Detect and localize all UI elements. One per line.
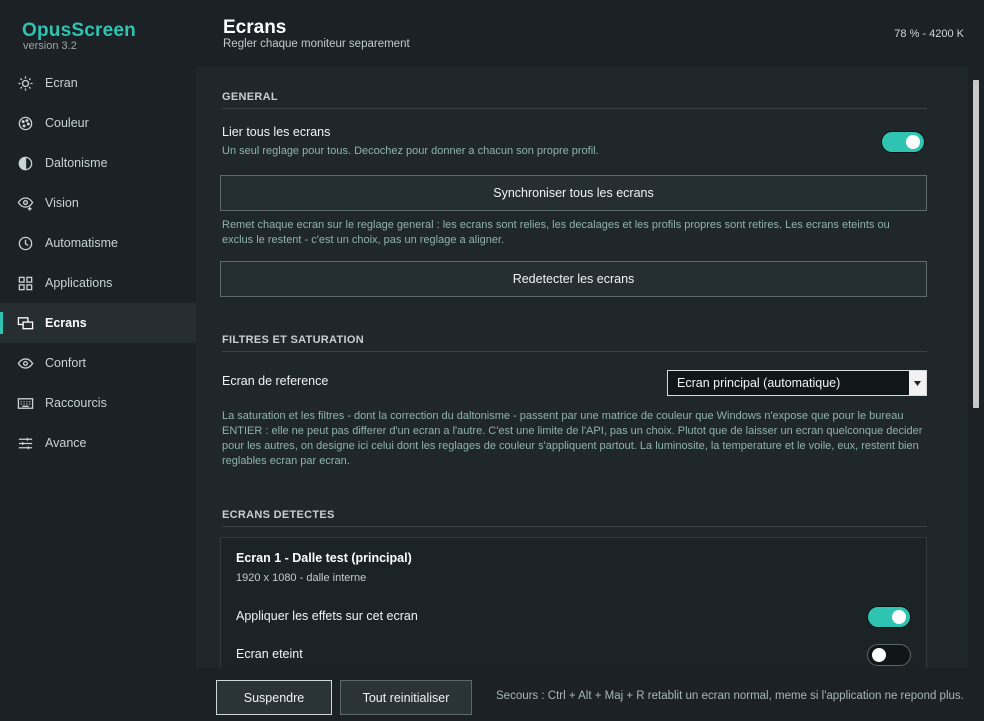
sidebar-item-label: Ecran bbox=[45, 76, 78, 90]
sidebar-nav: Ecran Couleur Daltonisme Vision Automati… bbox=[0, 63, 196, 463]
screen-off-label: Ecran eteint bbox=[236, 647, 303, 661]
sun-icon bbox=[16, 74, 34, 92]
sidebar-item-label: Couleur bbox=[45, 116, 89, 130]
section-title-detected: ECRANS DETECTES bbox=[222, 509, 335, 521]
section-title-general: GENERAL bbox=[222, 91, 278, 103]
toggle-knob bbox=[892, 610, 906, 624]
main-content: GENERAL Lier tous les ecrans Un seul reg… bbox=[196, 66, 968, 668]
sync-desc: Remet chaque ecran sur le reglage genera… bbox=[222, 219, 890, 246]
page-title: Ecrans bbox=[223, 17, 287, 38]
page-header: Ecrans Regler chaque moniteur separement… bbox=[196, 0, 984, 66]
section-divider bbox=[222, 351, 927, 352]
eye-plus-icon bbox=[16, 194, 34, 212]
toggle-knob bbox=[872, 648, 886, 662]
eye-icon bbox=[16, 354, 34, 372]
sidebar-item-label: Vision bbox=[45, 196, 79, 210]
sidebar: OpusScreen version 3.2 Ecran Couleur Dal… bbox=[0, 0, 196, 721]
sync-all-button[interactable]: Synchroniser tous les ecrans bbox=[220, 175, 927, 211]
link-screens-toggle[interactable] bbox=[881, 131, 925, 153]
sliders-icon bbox=[16, 434, 34, 452]
header-status: 78 % - 4200 K bbox=[894, 28, 964, 40]
sidebar-item-avance[interactable]: Avance bbox=[0, 423, 196, 463]
screen-off-toggle[interactable] bbox=[867, 644, 911, 666]
monitors-icon bbox=[16, 314, 34, 332]
suspend-button[interactable]: Suspendre bbox=[216, 680, 332, 715]
clock-icon bbox=[16, 234, 34, 252]
filters-desc: La saturation et les filtres - dont la c… bbox=[222, 410, 923, 467]
screen-details: 1920 x 1080 - dalle interne bbox=[236, 572, 367, 584]
brand: OpusScreen version 3.2 bbox=[22, 20, 136, 52]
screen-card: Ecran 1 - Dalle test (principal) 1920 x … bbox=[220, 537, 927, 668]
reference-screen-value: Ecran principal (automatique) bbox=[677, 376, 841, 390]
chevron-down-icon[interactable] bbox=[909, 371, 926, 395]
app-name: OpusScreen bbox=[22, 20, 136, 41]
sidebar-item-label: Ecrans bbox=[45, 316, 87, 330]
sidebar-item-label: Daltonisme bbox=[45, 156, 108, 170]
keyboard-icon bbox=[16, 394, 34, 412]
section-divider bbox=[222, 526, 927, 527]
sidebar-item-ecrans[interactable]: Ecrans bbox=[0, 303, 196, 343]
sidebar-item-couleur[interactable]: Couleur bbox=[0, 103, 196, 143]
apply-effects-label: Appliquer les effets sur cet ecran bbox=[236, 609, 418, 623]
sidebar-item-raccourcis[interactable]: Raccourcis bbox=[0, 383, 196, 423]
footer: Suspendre Tout reinitialiser Secours : C… bbox=[196, 668, 984, 721]
sidebar-item-label: Raccourcis bbox=[45, 396, 107, 410]
grid-icon bbox=[16, 274, 34, 292]
reference-screen-select[interactable]: Ecran principal (automatique) bbox=[667, 370, 927, 396]
sidebar-item-vision[interactable]: Vision bbox=[0, 183, 196, 223]
section-divider bbox=[222, 108, 927, 109]
sidebar-item-label: Avance bbox=[45, 436, 87, 450]
sidebar-item-daltonisme[interactable]: Daltonisme bbox=[0, 143, 196, 183]
scrollbar-thumb[interactable] bbox=[973, 80, 979, 408]
sidebar-item-applications[interactable]: Applications bbox=[0, 263, 196, 303]
reference-screen-label: Ecran de reference bbox=[222, 374, 329, 388]
content-scrollbar[interactable] bbox=[968, 66, 984, 668]
link-screens-label: Lier tous les ecrans bbox=[222, 125, 331, 139]
sidebar-item-ecran[interactable]: Ecran bbox=[0, 63, 196, 103]
sidebar-item-label: Confort bbox=[45, 356, 86, 370]
screen-title: Ecran 1 - Dalle test (principal) bbox=[236, 551, 412, 565]
sidebar-item-label: Automatisme bbox=[45, 236, 118, 250]
palette-icon bbox=[16, 114, 34, 132]
emergency-hint: Secours : Ctrl + Alt + Maj + R retablit … bbox=[496, 690, 964, 702]
link-screens-desc: Un seul reglage pour tous. Decochez pour… bbox=[222, 145, 599, 157]
reset-all-button[interactable]: Tout reinitialiser bbox=[340, 680, 472, 715]
sidebar-item-label: Applications bbox=[45, 276, 113, 290]
section-title-filters: FILTRES ET SATURATION bbox=[222, 334, 364, 346]
apply-effects-toggle[interactable] bbox=[867, 606, 911, 628]
toggle-knob bbox=[906, 135, 920, 149]
sidebar-item-automatisme[interactable]: Automatisme bbox=[0, 223, 196, 263]
redetect-button[interactable]: Redetecter les ecrans bbox=[220, 261, 927, 297]
contrast-icon bbox=[16, 154, 34, 172]
sidebar-item-confort[interactable]: Confort bbox=[0, 343, 196, 383]
page-subtitle: Regler chaque moniteur separement bbox=[223, 38, 410, 50]
